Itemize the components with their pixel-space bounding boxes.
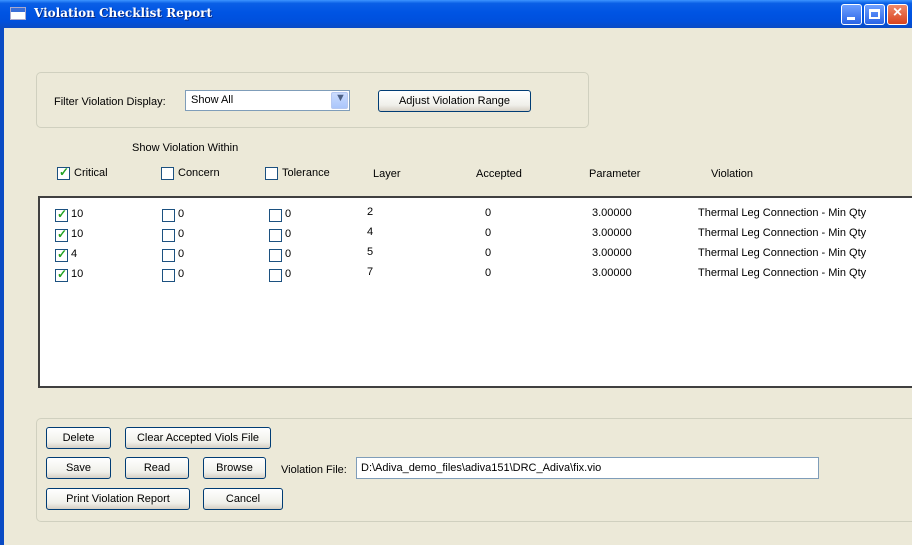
critical-count: 10	[71, 228, 84, 240]
maximize-button[interactable]	[864, 4, 885, 25]
critical-filter-checkbox[interactable]	[57, 165, 70, 180]
violation-row[interactable]: 10 0 0 4 0 3.00000 Thermal Leg Connectio…	[40, 226, 912, 246]
critical-count: 10	[71, 268, 84, 280]
window-left-border	[0, 28, 4, 545]
window-icon	[10, 7, 26, 20]
minimize-button[interactable]	[841, 4, 862, 25]
accepted-value: 0	[485, 267, 492, 279]
tolerance-checkbox[interactable]	[269, 269, 282, 282]
critical-count: 4	[71, 248, 78, 260]
window-title: Violation Checklist Report	[34, 6, 212, 20]
concern-count: 0	[178, 228, 185, 240]
concern-count: 0	[178, 268, 185, 280]
violation-value: Thermal Leg Connection - Min Qty	[698, 247, 867, 259]
save-button[interactable]: Save	[46, 457, 111, 479]
concern-checkbox[interactable]	[162, 229, 175, 242]
tolerance-count: 0	[285, 228, 292, 240]
filter-dropdown[interactable]: Show All ▼	[185, 90, 350, 111]
clear-accepted-viols-file-button[interactable]: Clear Accepted Viols File	[125, 427, 271, 449]
critical-checkbox[interactable]	[55, 207, 68, 222]
parameter-value: 3.00000	[592, 207, 632, 219]
layer-header: Layer	[373, 168, 401, 180]
critical-count: 10	[71, 208, 84, 220]
layer-value: 2	[367, 206, 374, 218]
concern-count: 0	[178, 208, 185, 220]
tolerance-filter-checkbox[interactable]	[265, 167, 278, 180]
browse-button[interactable]: Browse	[203, 457, 266, 479]
concern-checkbox[interactable]	[162, 209, 175, 222]
delete-button[interactable]: Delete	[46, 427, 111, 449]
critical-checkbox[interactable]	[55, 247, 68, 262]
layer-value: 4	[367, 226, 374, 238]
concern-checkbox[interactable]	[162, 269, 175, 282]
dropdown-arrow-button[interactable]: ▼	[331, 92, 348, 109]
layer-value: 7	[367, 266, 374, 278]
minimize-icon	[847, 17, 855, 20]
accepted-header: Accepted	[476, 168, 522, 180]
tolerance-count: 0	[285, 208, 292, 220]
tolerance-checkbox[interactable]	[269, 249, 282, 262]
violation-value: Thermal Leg Connection - Min Qty	[698, 207, 867, 219]
violation-value: Thermal Leg Connection - Min Qty	[698, 267, 867, 279]
concern-count: 0	[178, 248, 185, 260]
filter-dropdown-value: Show All	[191, 94, 234, 106]
accepted-value: 0	[485, 247, 492, 259]
tolerance-checkbox[interactable]	[269, 209, 282, 222]
layer-value: 5	[367, 246, 374, 258]
show-violation-within-label: Show Violation Within	[132, 142, 239, 154]
parameter-header: Parameter	[589, 168, 641, 180]
critical-checkbox[interactable]	[55, 267, 68, 282]
violation-file-input[interactable]	[356, 457, 819, 479]
maximize-icon	[869, 9, 880, 19]
tolerance-checkbox[interactable]	[269, 229, 282, 242]
concern-filter-checkbox[interactable]	[161, 167, 174, 180]
violation-row[interactable]: 10 0 0 2 0 3.00000 Thermal Leg Connectio…	[40, 206, 912, 226]
violation-row[interactable]: 4 0 0 5 0 3.00000 Thermal Leg Connection…	[40, 246, 912, 266]
adjust-violation-range-button[interactable]: Adjust Violation Range	[378, 90, 531, 112]
print-violation-report-button[interactable]: Print Violation Report	[46, 488, 190, 510]
violation-header: Violation	[711, 168, 753, 180]
accepted-value: 0	[485, 227, 492, 239]
close-button[interactable]: ×	[887, 4, 908, 25]
cancel-button[interactable]: Cancel	[203, 488, 283, 510]
title-bar[interactable]: Violation Checklist Report ×	[0, 0, 912, 28]
parameter-value: 3.00000	[592, 227, 632, 239]
accepted-value: 0	[485, 207, 492, 219]
parameter-value: 3.00000	[592, 247, 632, 259]
tolerance-count: 0	[285, 268, 292, 280]
violation-checklist-window: Violation Checklist Report × Filter Viol…	[0, 0, 912, 545]
violation-list[interactable]: 10 0 0 2 0 3.00000 Thermal Leg Connectio…	[38, 196, 912, 388]
tolerance-header: Tolerance	[282, 167, 330, 179]
violation-row[interactable]: 10 0 0 7 0 3.00000 Thermal Leg Connectio…	[40, 266, 912, 286]
chevron-down-icon: ▼	[335, 92, 346, 104]
close-icon: ×	[892, 4, 903, 21]
critical-header: Critical	[74, 167, 108, 179]
read-button[interactable]: Read	[125, 457, 189, 479]
critical-checkbox[interactable]	[55, 227, 68, 242]
concern-checkbox[interactable]	[162, 249, 175, 262]
concern-header: Concern	[178, 167, 220, 179]
filter-label: Filter Violation Display:	[54, 96, 166, 108]
tolerance-count: 0	[285, 248, 292, 260]
violation-value: Thermal Leg Connection - Min Qty	[698, 227, 867, 239]
violation-file-label: Violation File:	[281, 464, 347, 476]
parameter-value: 3.00000	[592, 267, 632, 279]
